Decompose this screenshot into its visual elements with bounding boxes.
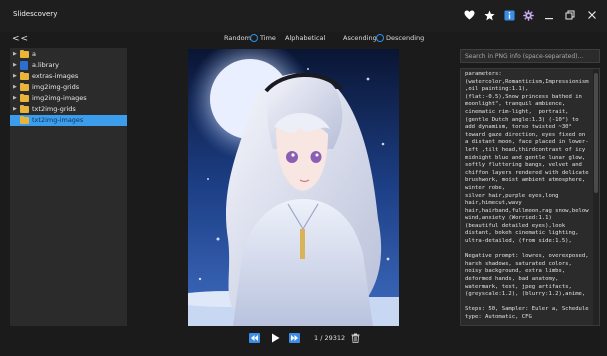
next-button[interactable]: [288, 332, 301, 344]
title-bar: Slidescovery: [0, 0, 607, 32]
tree-item-label: img2img-images: [32, 94, 87, 102]
heart-icon[interactable]: [463, 9, 475, 21]
trash-icon[interactable]: [349, 332, 361, 344]
info-icon[interactable]: [503, 9, 515, 21]
sort-descending-label[interactable]: Descending: [386, 33, 424, 43]
folder-icon: [20, 50, 29, 58]
python-file-icon: [20, 61, 28, 70]
previous-button[interactable]: [248, 332, 261, 344]
chevron-right-icon[interactable]: ▶: [13, 82, 17, 93]
tree-item-label: a.library: [32, 61, 59, 69]
sort-bar: Random Time Alphabetical Ascending Desce…: [0, 33, 607, 47]
folder-icon: [20, 94, 29, 102]
folder-tree: ▶ a ▶ a.library ▶ extras-images ▶ img2im…: [10, 48, 127, 326]
tree-item-a[interactable]: ▶ a: [10, 49, 127, 60]
minimize-button[interactable]: [543, 9, 555, 21]
tree-item-txt2img-grids[interactable]: ▶ txt2img-grids: [10, 104, 127, 115]
sort-time-label[interactable]: Time: [260, 33, 276, 43]
chevron-right-icon[interactable]: ▶: [13, 60, 17, 71]
sort-time-radio[interactable]: [250, 34, 258, 42]
sort-descending-radio[interactable]: [376, 34, 384, 42]
tree-item-label: a: [32, 50, 36, 58]
tree-item-a-library[interactable]: ▶ a.library: [10, 60, 127, 71]
restore-button[interactable]: [564, 9, 576, 21]
scrollbar-thumb[interactable]: [594, 73, 598, 193]
play-button[interactable]: [269, 332, 281, 344]
folder-icon: [20, 105, 29, 113]
folder-icon: [20, 83, 29, 91]
tree-item-label: extras-images: [32, 72, 79, 80]
close-button[interactable]: [586, 9, 598, 21]
sort-random-label[interactable]: Random: [224, 33, 251, 43]
app-title: Slidescovery: [13, 10, 58, 18]
tree-item-img2img-grids[interactable]: ▶ img2img-grids: [10, 82, 127, 93]
image-counter: 1 / 29312: [314, 334, 346, 342]
star-icon[interactable]: [483, 9, 495, 21]
tree-item-label: img2img-grids: [32, 83, 80, 91]
chevron-right-icon[interactable]: ▶: [13, 93, 17, 104]
chevron-right-icon[interactable]: ▶: [13, 71, 17, 82]
folder-icon: [20, 116, 29, 124]
png-info-text: parameters: (watercolor,Romanticism,Impr…: [465, 71, 589, 320]
png-info-scrollbar[interactable]: [593, 69, 599, 325]
gear-icon[interactable]: [522, 9, 534, 21]
tree-item-img2img-images[interactable]: ▶ img2img-images: [10, 93, 127, 104]
sort-ascending-label[interactable]: Ascending: [343, 33, 377, 43]
tree-item-label: txt2img-images: [32, 116, 84, 124]
displayed-image: [188, 49, 399, 326]
folder-icon: [20, 72, 29, 80]
chevron-right-icon[interactable]: ▶: [13, 104, 17, 115]
chevron-right-icon[interactable]: ▶: [13, 49, 17, 60]
tree-item-extras-images[interactable]: ▶ extras-images: [10, 71, 127, 82]
tree-item-txt2img-images[interactable]: txt2img-images: [10, 115, 127, 126]
png-info-panel[interactable]: parameters: (watercolor,Romanticism,Impr…: [460, 68, 600, 326]
image-viewer[interactable]: [188, 49, 399, 326]
sort-alphabetical-label[interactable]: Alphabetical: [285, 33, 325, 43]
playback-controls: 1 / 29312: [0, 332, 607, 346]
tree-item-label: txt2img-grids: [32, 105, 76, 113]
png-info-search-input[interactable]: [460, 49, 600, 63]
